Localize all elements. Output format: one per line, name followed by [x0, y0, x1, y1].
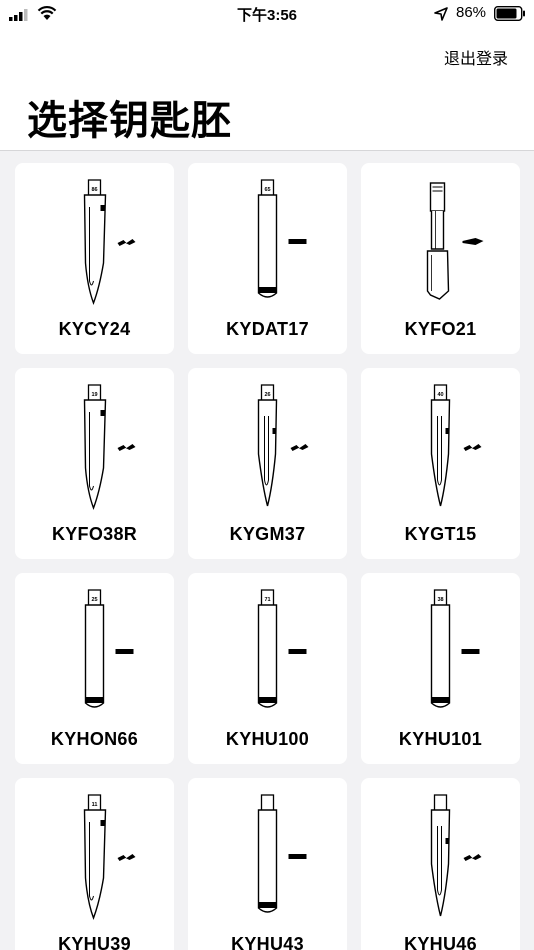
status-bar: 下午3:56 86% [0, 0, 534, 30]
key-card-label: KYFO38R [51, 524, 138, 544]
battery-percent: 86% [456, 4, 487, 21]
key-card-label: KYCY24 [58, 319, 131, 339]
key-card-kyfo21[interactable]: KYFO21 [361, 163, 520, 354]
key-card-kycy24[interactable]: 86 KYCY24 [15, 163, 174, 354]
key-card-kygt15[interactable]: 40 KYGT15 [361, 368, 520, 559]
key-card-kyhu101[interactable]: 38 KYHU101 [361, 573, 520, 764]
key-card-kygm37[interactable]: 26 KYGM37 [188, 368, 347, 559]
key-card-kydat17[interactable]: 65 KYDAT17 [188, 163, 347, 354]
key-blank-image [430, 794, 482, 917]
key-card-kyfo38r[interactable]: 19 KYFO38R [15, 368, 174, 559]
key-card-kyhu39[interactable]: 11 KYHU39 [15, 778, 174, 950]
svg-text:11: 11 [92, 802, 98, 808]
key-blank-image: 38 [430, 589, 480, 708]
key-card-kyhu43[interactable]: KYHU43 [188, 778, 347, 950]
status-time: 下午3:56 [236, 7, 298, 24]
svg-text:86: 86 [91, 187, 97, 193]
key-blank-image: 25 [84, 589, 134, 708]
key-blank-image: 19 [83, 384, 136, 510]
key-card-kyhu100[interactable]: 71 KYHU100 [188, 573, 347, 764]
key-card-label: KYHON66 [50, 729, 139, 749]
key-card-label: KYHU100 [225, 729, 310, 749]
key-card-label: KYHU39 [58, 934, 131, 950]
key-blank-image: 40 [430, 384, 482, 507]
svg-text:40: 40 [437, 392, 443, 398]
key-card-label: KYHU101 [398, 729, 483, 749]
key-blank-image: 86 [83, 179, 136, 305]
key-card-kyhon66[interactable]: 25 KYHON66 [15, 573, 174, 764]
key-card-label: KYHU43 [231, 934, 304, 950]
location-icon [434, 7, 448, 21]
key-card-label: KYGT15 [404, 524, 477, 544]
key-blank-image: 11 [83, 794, 136, 920]
svg-text:71: 71 [264, 597, 270, 603]
svg-text:65: 65 [264, 187, 270, 193]
key-blank-image: 65 [257, 179, 307, 298]
key-card-label: KYFO21 [404, 319, 477, 339]
logout-button[interactable]: 退出登录 [444, 45, 508, 69]
svg-text:38: 38 [437, 597, 443, 603]
key-blank-image: 26 [257, 384, 309, 507]
svg-text:26: 26 [264, 392, 270, 398]
key-blank-image [426, 182, 484, 300]
svg-text:19: 19 [91, 392, 97, 398]
battery-icon [494, 6, 525, 21]
key-blank-image [257, 794, 307, 913]
key-card-label: KYGM37 [229, 524, 306, 544]
key-card-kyhu46[interactable]: KYHU46 [361, 778, 520, 950]
key-card-label: KYHU46 [404, 934, 477, 950]
page-header: 退出登录 选择钥匙胚 [0, 30, 534, 151]
page-title: 选择钥匙胚 [27, 99, 232, 143]
svg-text:25: 25 [91, 597, 97, 603]
key-card-label: KYDAT17 [226, 319, 309, 339]
key-blank-image: 71 [257, 589, 307, 708]
